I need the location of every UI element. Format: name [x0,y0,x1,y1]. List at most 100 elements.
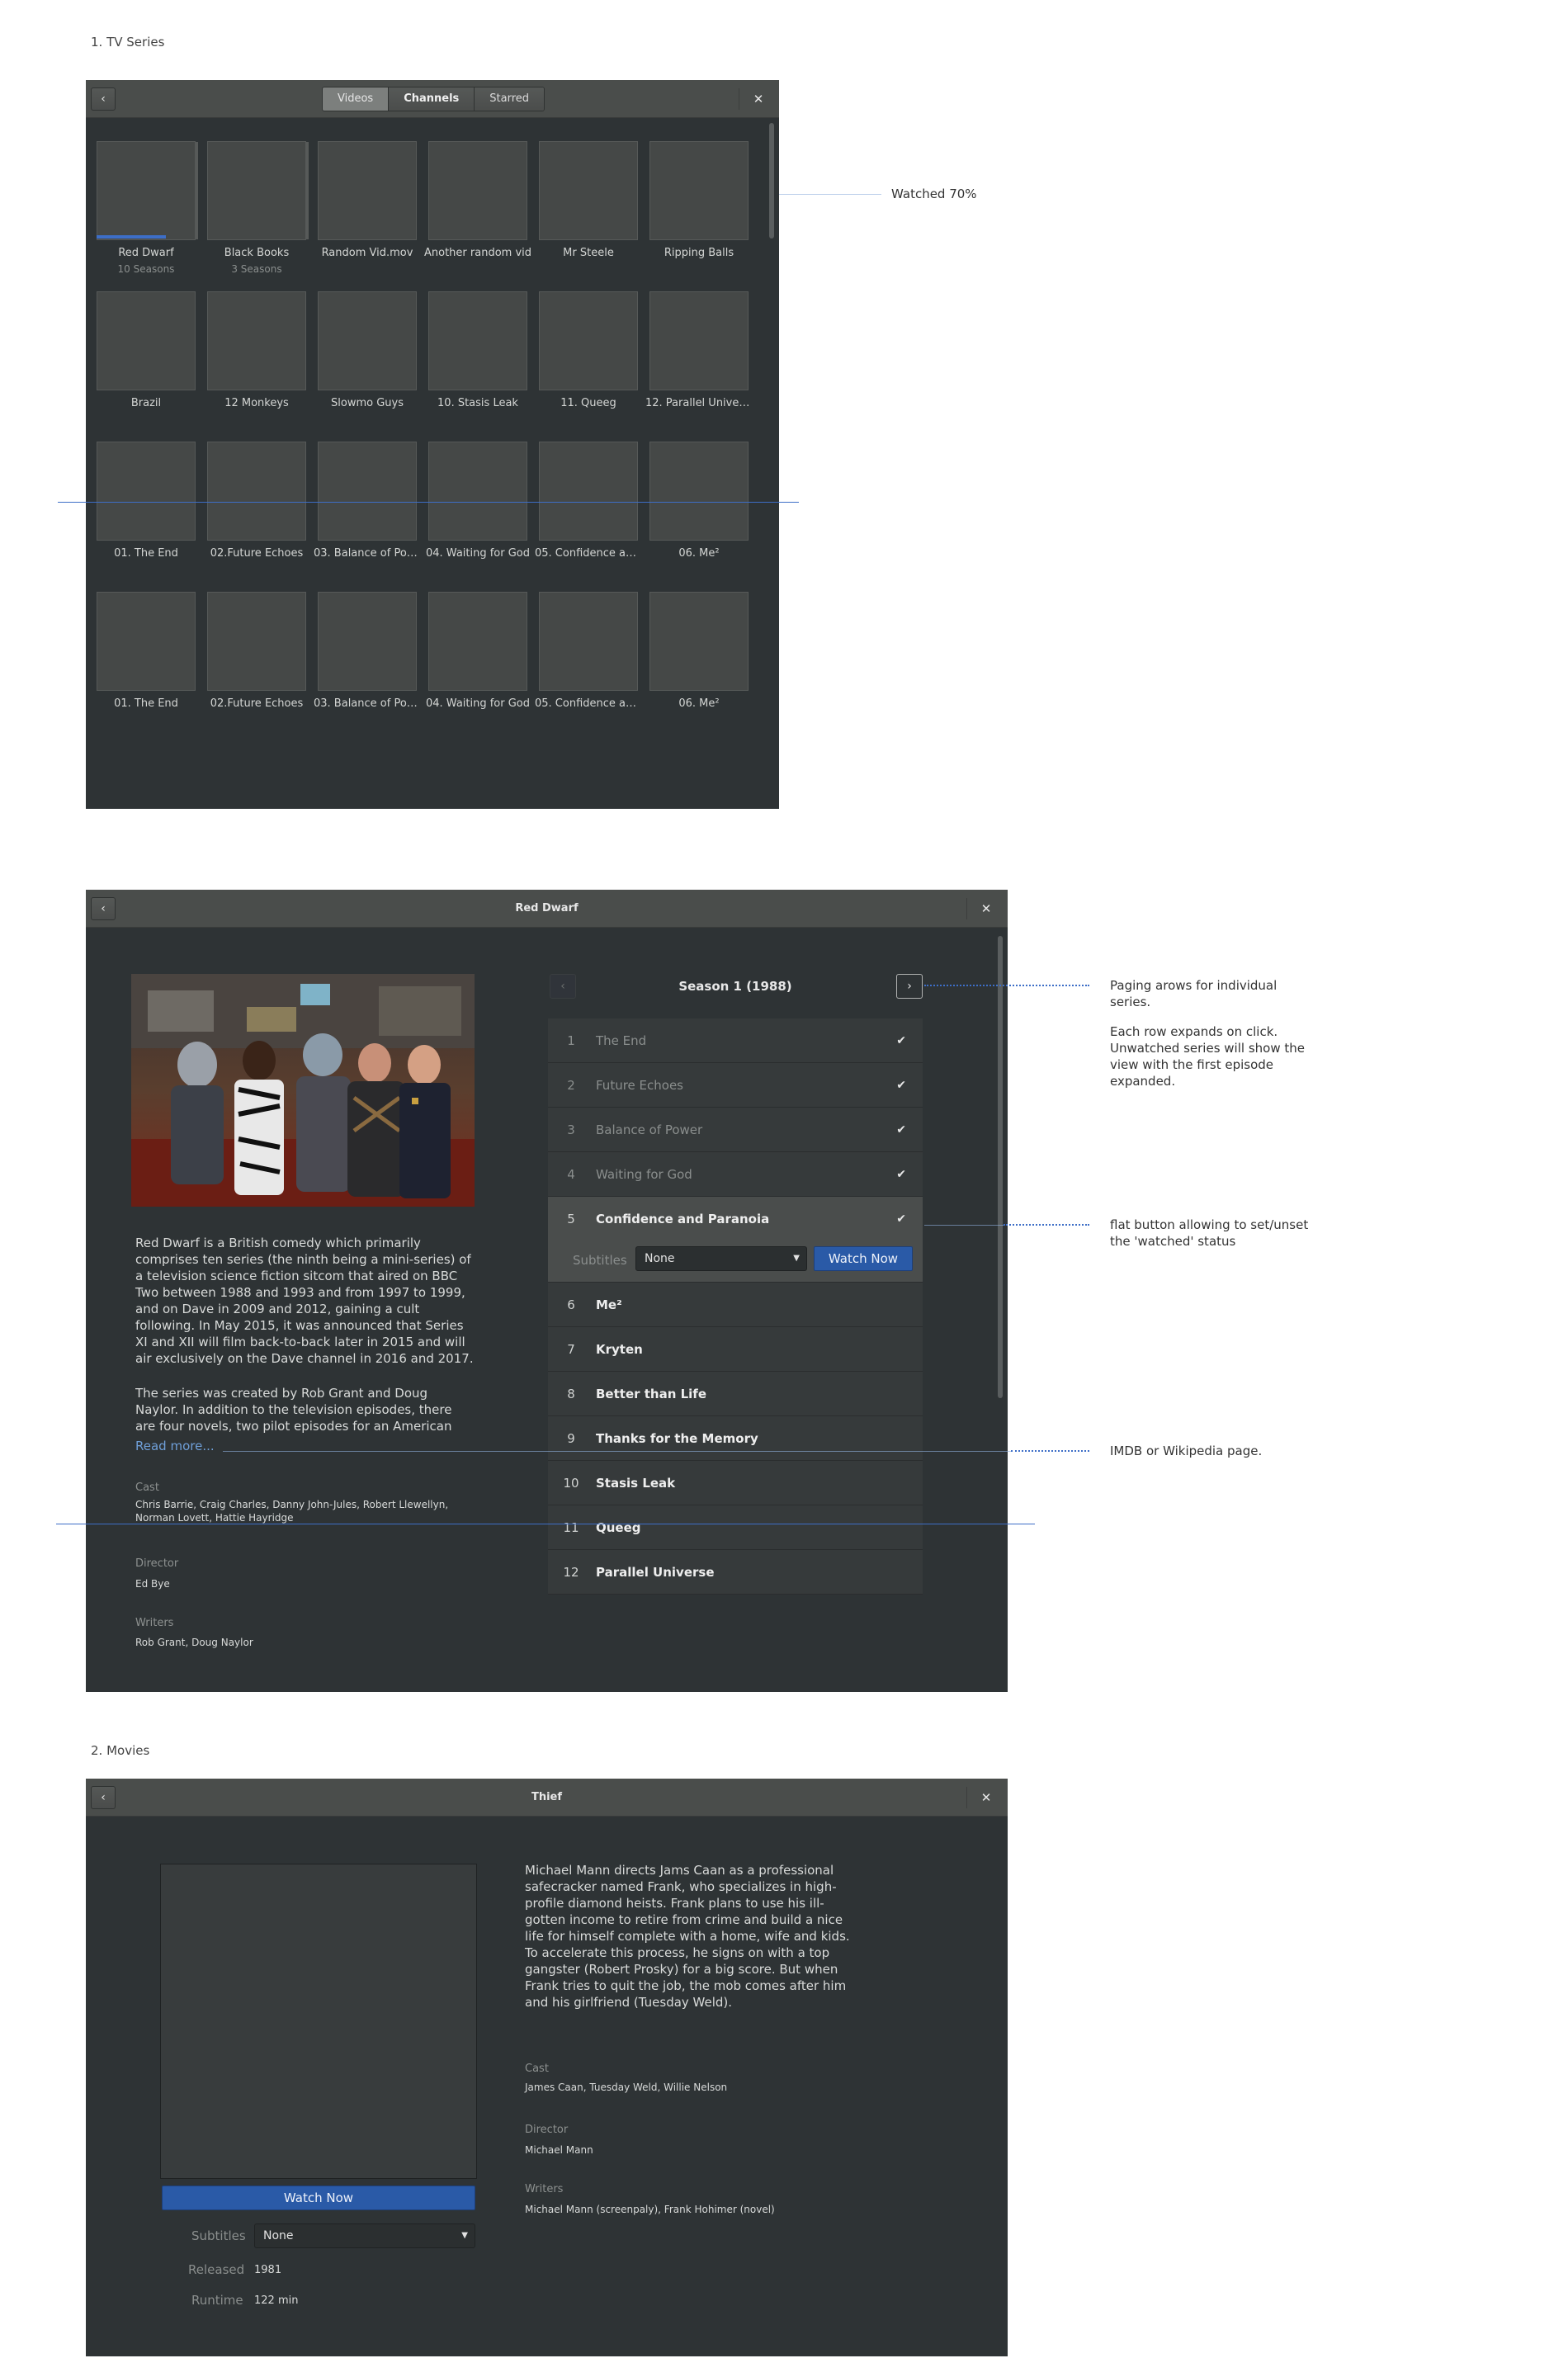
video-thumbnail[interactable] [318,291,417,390]
subtitles-value: None [263,2229,294,2242]
episode-row[interactable]: 11 Queeg [548,1505,923,1550]
episode-number: 8 [567,1387,575,1401]
episode-name: The End [596,1033,647,1048]
series-scrollbar[interactable] [998,936,1003,1398]
video-title: Another random vid [424,247,531,259]
watched-check-icon[interactable]: ✔ [896,1152,906,1197]
video-title: 02.Future Echoes [210,697,304,710]
video-thumbnail[interactable] [207,442,306,541]
video-thumbnail[interactable] [318,592,417,691]
video-title: 02.Future Echoes [210,547,304,560]
tab-channels[interactable]: Channels [389,87,475,111]
episode-row[interactable]: 3 Balance of Power ✔ [548,1108,923,1152]
writers-label: Writers [135,1617,174,1629]
tab-videos[interactable]: Videos [323,87,390,111]
episode-row[interactable]: 1 The End ✔ [548,1018,923,1063]
video-title: 03. Balance of Power [314,547,421,560]
writers-value: Rob Grant, Doug Naylor [135,1637,253,1648]
video-title: 01. The End [114,547,178,560]
video-title: 12 Monkeys [224,397,289,409]
cast-label: Cast [525,2063,549,2075]
watched-check-icon[interactable]: ✔ [896,1197,906,1241]
episode-row[interactable]: 2 Future Echoes ✔ [548,1063,923,1108]
close-icon: ✕ [753,92,764,106]
video-thumbnail[interactable] [207,291,306,390]
video-thumbnail[interactable] [539,592,638,691]
watched-check-icon[interactable]: ✔ [896,1018,906,1063]
titlebar-separator [966,1787,967,1808]
window-title: Thief [531,1791,563,1803]
annotation-paging: Paging arows for individual series. [1110,978,1278,1009]
back-button[interactable]: ‹ [91,87,116,111]
episode-number: 9 [567,1431,575,1446]
video-thumbnail[interactable] [97,442,196,541]
episode-number: 2 [567,1078,575,1093]
video-thumbnail[interactable] [649,442,749,541]
subtitles-label: Subtitles [573,1253,627,1268]
video-thumbnail[interactable] [649,291,749,390]
video-thumbnail[interactable] [97,291,196,390]
dropdown-arrow-icon: ▼ [793,1254,800,1263]
video-thumbnail[interactable] [318,141,417,240]
episode-row[interactable]: 8 Better than Life [548,1372,923,1416]
subtitles-select[interactable]: None ▼ [254,2223,475,2248]
episode-row[interactable]: 5 Confidence and Paranoia ✔ Subtitles None ▼ W… [548,1197,923,1283]
close-icon: ✕ [980,901,992,916]
video-thumbnail[interactable] [428,141,527,240]
video-title: Brazil [130,397,162,409]
video-thumbnail[interactable] [207,592,306,691]
read-more-link[interactable]: Read more... [135,1439,215,1453]
cast-value: James Caan, Tuesday Weld, Willie Nelson [525,2082,728,2093]
chevron-left-icon: ‹ [101,92,106,106]
browser-scrollbar[interactable] [769,123,774,239]
subtitles-select[interactable]: None ▼ [635,1246,807,1271]
next-season-button[interactable]: › [896,974,923,999]
watched-check-icon[interactable]: ✔ [896,1063,906,1108]
video-thumbnail[interactable] [539,291,638,390]
series-titlebar: ‹ Red Dwarf ✕ [86,890,1008,928]
video-title: Red Dwarf [118,247,174,259]
episode-number: 1 [567,1033,575,1048]
video-thumbnail[interactable] [539,442,638,541]
watch-now-button[interactable]: Watch Now [162,2186,475,2210]
video-thumbnail[interactable] [649,592,749,691]
episode-name: Better than Life [596,1387,707,1401]
annotation-watched: Watched 70% [891,187,977,201]
video-thumbnail[interactable] [207,141,306,240]
released-value: 1981 [254,2264,282,2276]
video-thumbnail[interactable] [318,442,417,541]
annotation-expand: Each row expands on click. Unwatched ser… [1110,1024,1305,1089]
episode-row[interactable]: 4 Waiting for God ✔ [548,1152,923,1197]
series-description-2: The series was created by Rob Grant and … [135,1386,452,1434]
episode-number: 12 [563,1565,579,1580]
tab-starred[interactable]: Starred [475,87,545,111]
director-label: Director [135,1557,179,1570]
episode-row[interactable]: 7 Kryten [548,1327,923,1372]
close-button[interactable]: ✕ [975,897,998,920]
video-thumbnail[interactable] [428,442,527,541]
episode-name: Kryten [596,1342,643,1357]
video-title: 06. Me² [678,547,720,560]
movie-titlebar: ‹ Thief ✕ [86,1779,1008,1817]
video-thumbnail[interactable] [428,291,527,390]
video-thumbnail[interactable] [649,141,749,240]
episode-row[interactable]: 12 Parallel Universe [548,1550,923,1595]
video-thumbnail[interactable] [428,592,527,691]
episode-name: Queeg [596,1520,641,1535]
watch-now-button[interactable]: Watch Now [814,1246,913,1271]
episode-number: 5 [567,1212,575,1226]
episode-row[interactable]: 10 Stasis Leak [548,1461,923,1505]
video-thumbnail[interactable] [97,141,196,240]
close-button[interactable]: ✕ [975,1786,998,1809]
season-title: Season 1 (1988) [678,979,792,994]
video-title: 11. Queeg [560,397,616,409]
close-button[interactable]: ✕ [747,87,770,111]
video-title: Mr Steele [563,247,614,259]
director-value: Michael Mann [525,2144,593,2156]
video-thumbnail[interactable] [539,141,638,240]
watched-check-icon[interactable]: ✔ [896,1108,906,1152]
episode-row[interactable]: 6 Me² [548,1283,923,1327]
video-title: 12. Parallel Universe [645,397,753,409]
video-thumbnail[interactable] [97,592,196,691]
episode-row[interactable]: 9 Thanks for the Memory [548,1416,923,1461]
